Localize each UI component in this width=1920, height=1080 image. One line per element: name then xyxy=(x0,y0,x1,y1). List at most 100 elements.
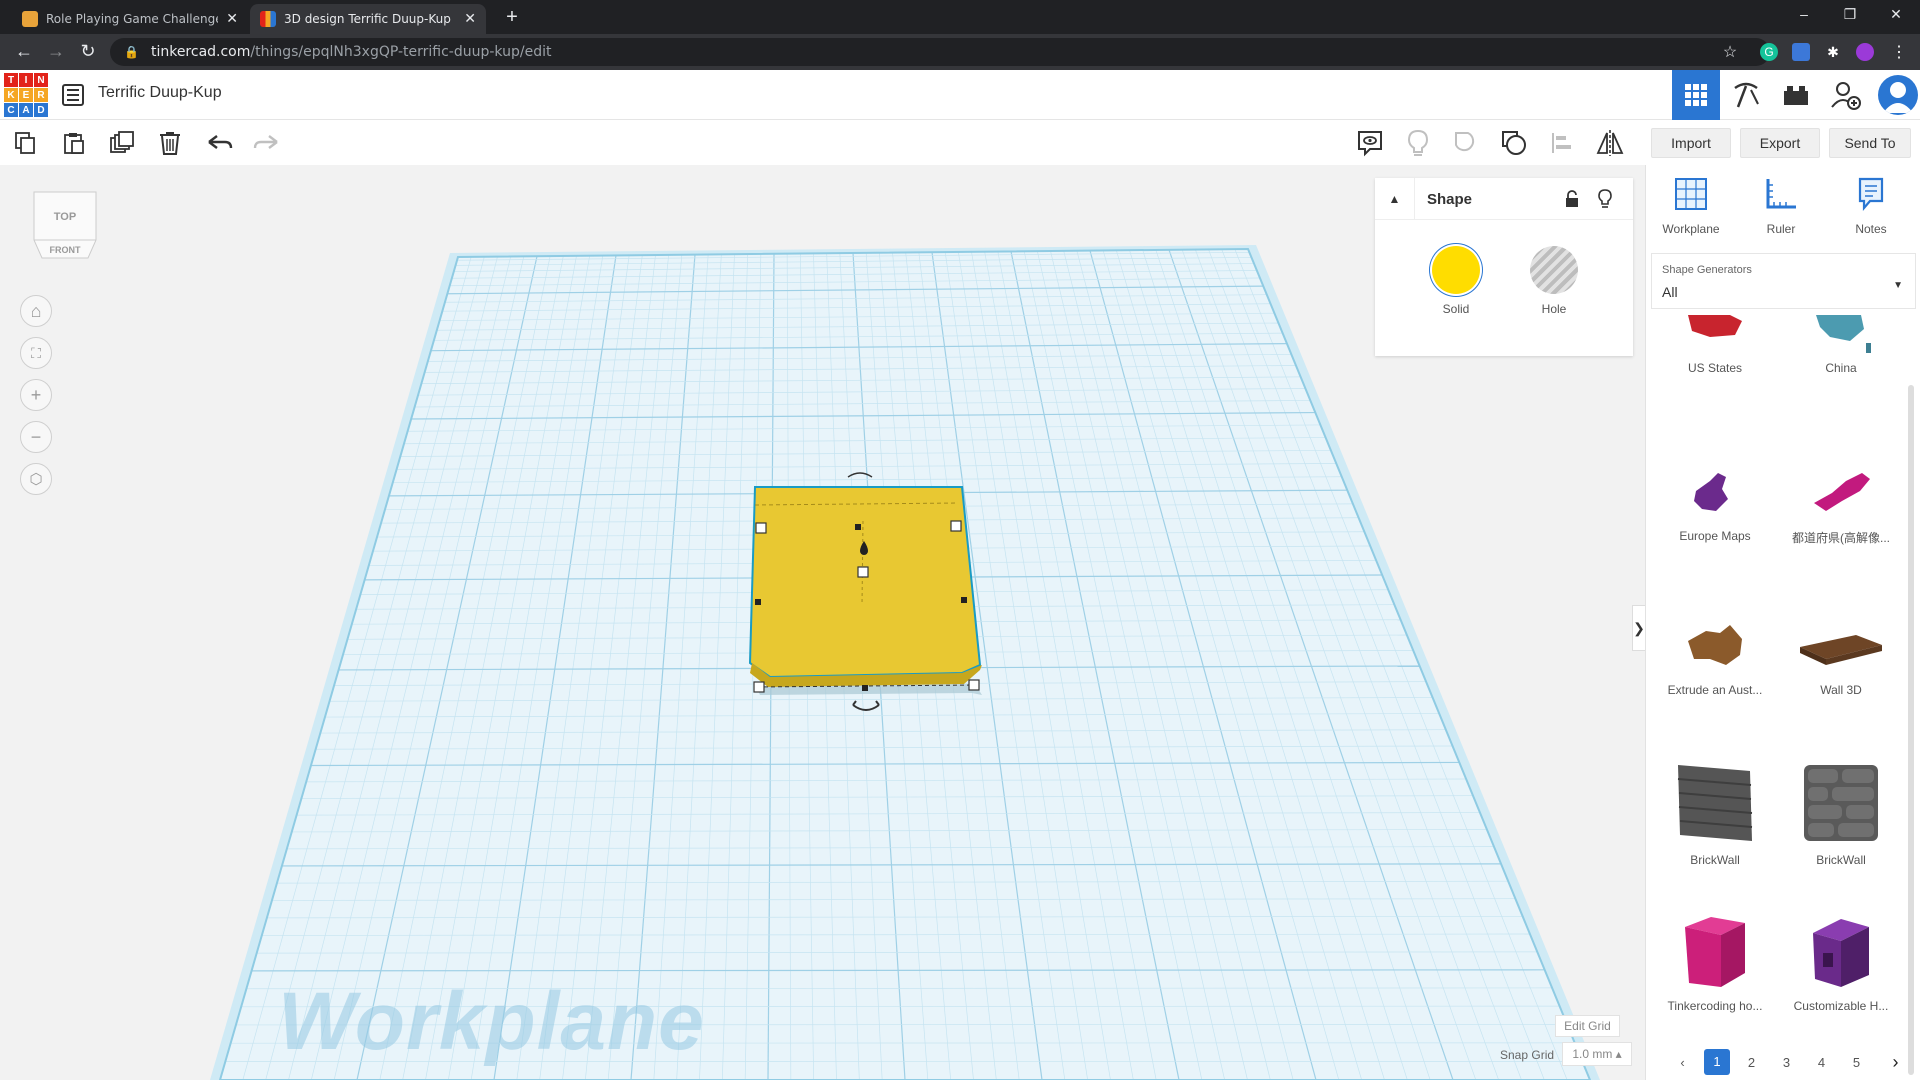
perspective-toggle-icon[interactable]: ⬡ xyxy=(20,463,52,495)
dropdown-arrow-icon: ▼ xyxy=(1893,280,1903,291)
extensions-puzzle-icon[interactable]: ✱ xyxy=(1824,43,1842,61)
logo-letter: K xyxy=(4,88,18,102)
invite-user-button[interactable] xyxy=(1822,70,1870,120)
grammarly-extension-icon[interactable]: G xyxy=(1760,43,1778,61)
view-cube[interactable]: TOP FRONT xyxy=(32,190,98,262)
user-avatar[interactable] xyxy=(1878,75,1918,115)
panel-collapse-chevron-icon[interactable]: ❯ xyxy=(1632,605,1645,651)
forward-arrow-icon[interactable]: → xyxy=(44,41,68,62)
browser-tab-rpg[interactable]: Role Playing Game Challenge - I ✕ xyxy=(12,4,248,34)
browser-tab-tinkercad[interactable]: 3D design Terrific Duup-Kup | Tin ✕ xyxy=(250,4,486,34)
design-list-icon[interactable] xyxy=(62,84,84,106)
ungroup-button[interactable] xyxy=(1500,129,1528,157)
app-header: T I N K E R C A D Terrific Duup-Kup xyxy=(0,70,1920,120)
workplane-tool-button[interactable]: Workplane xyxy=(1656,177,1726,236)
tool-label: Notes xyxy=(1855,222,1887,236)
snap-grid-select[interactable]: 1.0 mm ▴ xyxy=(1562,1042,1632,1066)
ruler-tool-button[interactable]: Ruler xyxy=(1746,177,1816,236)
page-1-button[interactable]: 1 xyxy=(1704,1049,1730,1075)
house-thumbnail xyxy=(1685,917,1745,987)
extension-icon[interactable] xyxy=(1792,43,1810,61)
shape-customizable-house[interactable]: Customizable H... xyxy=(1786,913,1896,1013)
prev-page-button[interactable]: ‹ xyxy=(1665,1055,1700,1070)
viewcube-top-label: TOP xyxy=(54,211,76,223)
shape-us-states[interactable]: US States xyxy=(1660,315,1770,375)
solid-label: Solid xyxy=(1442,302,1470,316)
shape-brickwall-2[interactable]: BrickWall xyxy=(1786,757,1896,867)
page-2-button[interactable]: 2 xyxy=(1734,1055,1769,1070)
maximize-button[interactable]: ❐ xyxy=(1830,6,1870,23)
shape-label: Tinkercoding ho... xyxy=(1667,999,1763,1013)
collapse-arrow-icon[interactable]: ▲ xyxy=(1375,178,1415,220)
shape-extrude-australia[interactable]: Extrude an Aust... xyxy=(1660,617,1770,697)
duplicate-button[interactable] xyxy=(108,129,136,157)
shape-japan-prefectures[interactable]: 都道府県(高解像... xyxy=(1786,463,1896,546)
mirror-button[interactable] xyxy=(1596,129,1624,157)
paste-icon xyxy=(64,133,84,154)
japan-prefectures-thumbnail xyxy=(1814,473,1870,511)
3d-design-view-button[interactable] xyxy=(1672,70,1720,120)
shape-brickwall-1[interactable]: BrickWall xyxy=(1660,757,1770,867)
paste-button[interactable] xyxy=(60,129,88,157)
send-to-button[interactable]: Send To xyxy=(1829,128,1911,158)
close-tab-icon[interactable]: ✕ xyxy=(464,11,476,27)
light-button[interactable] xyxy=(1404,129,1432,157)
close-window-button[interactable]: ✕ xyxy=(1876,6,1916,23)
stonewall-thumbnail xyxy=(1804,765,1878,841)
shape-label: China xyxy=(1825,361,1857,375)
export-button[interactable]: Export xyxy=(1740,128,1820,158)
notes-tool-button[interactable]: Notes xyxy=(1836,177,1906,236)
panel-scrollbar[interactable] xyxy=(1908,385,1914,1075)
lightbulb-icon[interactable] xyxy=(1597,189,1613,209)
solid-color-swatch[interactable] xyxy=(1432,246,1480,294)
lock-icon[interactable] xyxy=(1564,190,1580,208)
profile-extension-icon[interactable] xyxy=(1856,43,1874,61)
url-field[interactable]: 🔒 tinkercad.com/things/epqlNh3xgQP-terri… xyxy=(110,38,1770,66)
delete-button[interactable] xyxy=(156,129,184,157)
page-5-button[interactable]: 5 xyxy=(1839,1055,1874,1070)
group-button[interactable] xyxy=(1452,129,1480,157)
ruler-icon xyxy=(1766,179,1796,209)
bricks-view-button[interactable] xyxy=(1772,70,1820,120)
design-title[interactable]: Terrific Duup-Kup xyxy=(98,84,222,102)
page-3-button[interactable]: 3 xyxy=(1769,1055,1804,1070)
shape-china[interactable]: China xyxy=(1786,315,1896,375)
home-view-icon[interactable]: ⌂ xyxy=(20,295,52,327)
zoom-in-icon[interactable]: + xyxy=(20,379,52,411)
new-tab-button[interactable]: + xyxy=(500,6,524,29)
shape-europe-maps[interactable]: Europe Maps xyxy=(1660,463,1770,543)
customizable-house-thumbnail xyxy=(1813,919,1869,987)
tinkercad-logo[interactable]: T I N K E R C A D xyxy=(4,73,48,117)
align-button[interactable] xyxy=(1548,129,1576,157)
shape-label: 都道府県(高解像... xyxy=(1792,531,1890,545)
minimize-button[interactable]: – xyxy=(1784,6,1824,22)
bookmark-star-icon[interactable]: ☆ xyxy=(1718,42,1742,62)
undo-button[interactable] xyxy=(206,129,234,157)
edit-grid-button[interactable]: Edit Grid xyxy=(1555,1015,1620,1037)
url-path: /things/epqlNh3xgQP-terrific-duup-kup/ed… xyxy=(250,44,552,60)
hole-swatch[interactable] xyxy=(1530,246,1578,294)
speech-bubble-eye-icon xyxy=(1358,131,1382,157)
zoom-out-icon[interactable]: − xyxy=(20,421,52,453)
logo-letter: R xyxy=(34,88,48,102)
shape-wall-3d[interactable]: Wall 3D xyxy=(1786,617,1896,697)
blocks-view-button[interactable] xyxy=(1722,70,1770,120)
page-4-button[interactable]: 4 xyxy=(1804,1055,1839,1070)
browser-menu-icon[interactable]: ⋮ xyxy=(1890,43,1908,61)
reload-icon[interactable]: ↻ xyxy=(76,41,100,62)
shapes-panel: Workplane Ruler Notes Shape Generators A… xyxy=(1645,165,1920,1080)
fit-all-icon[interactable]: ⛶ xyxy=(20,337,52,369)
next-page-button[interactable]: › xyxy=(1878,1052,1913,1073)
shape-label: Customizable H... xyxy=(1793,999,1889,1013)
shape-label: BrickWall xyxy=(1816,853,1866,867)
shape-tinkercoding-house[interactable]: Tinkercoding ho... xyxy=(1660,913,1770,1013)
copy-icon xyxy=(15,132,35,154)
copy-button[interactable] xyxy=(12,129,40,157)
close-tab-icon[interactable]: ✕ xyxy=(226,11,238,27)
shape-generators-dropdown[interactable]: Shape Generators All ▼ xyxy=(1651,253,1916,309)
back-arrow-icon[interactable]: ← xyxy=(12,41,36,62)
redo-button[interactable] xyxy=(252,129,280,157)
import-button[interactable]: Import xyxy=(1651,128,1731,158)
notes-toggle-button[interactable] xyxy=(1356,129,1384,157)
undo-icon xyxy=(208,135,233,149)
